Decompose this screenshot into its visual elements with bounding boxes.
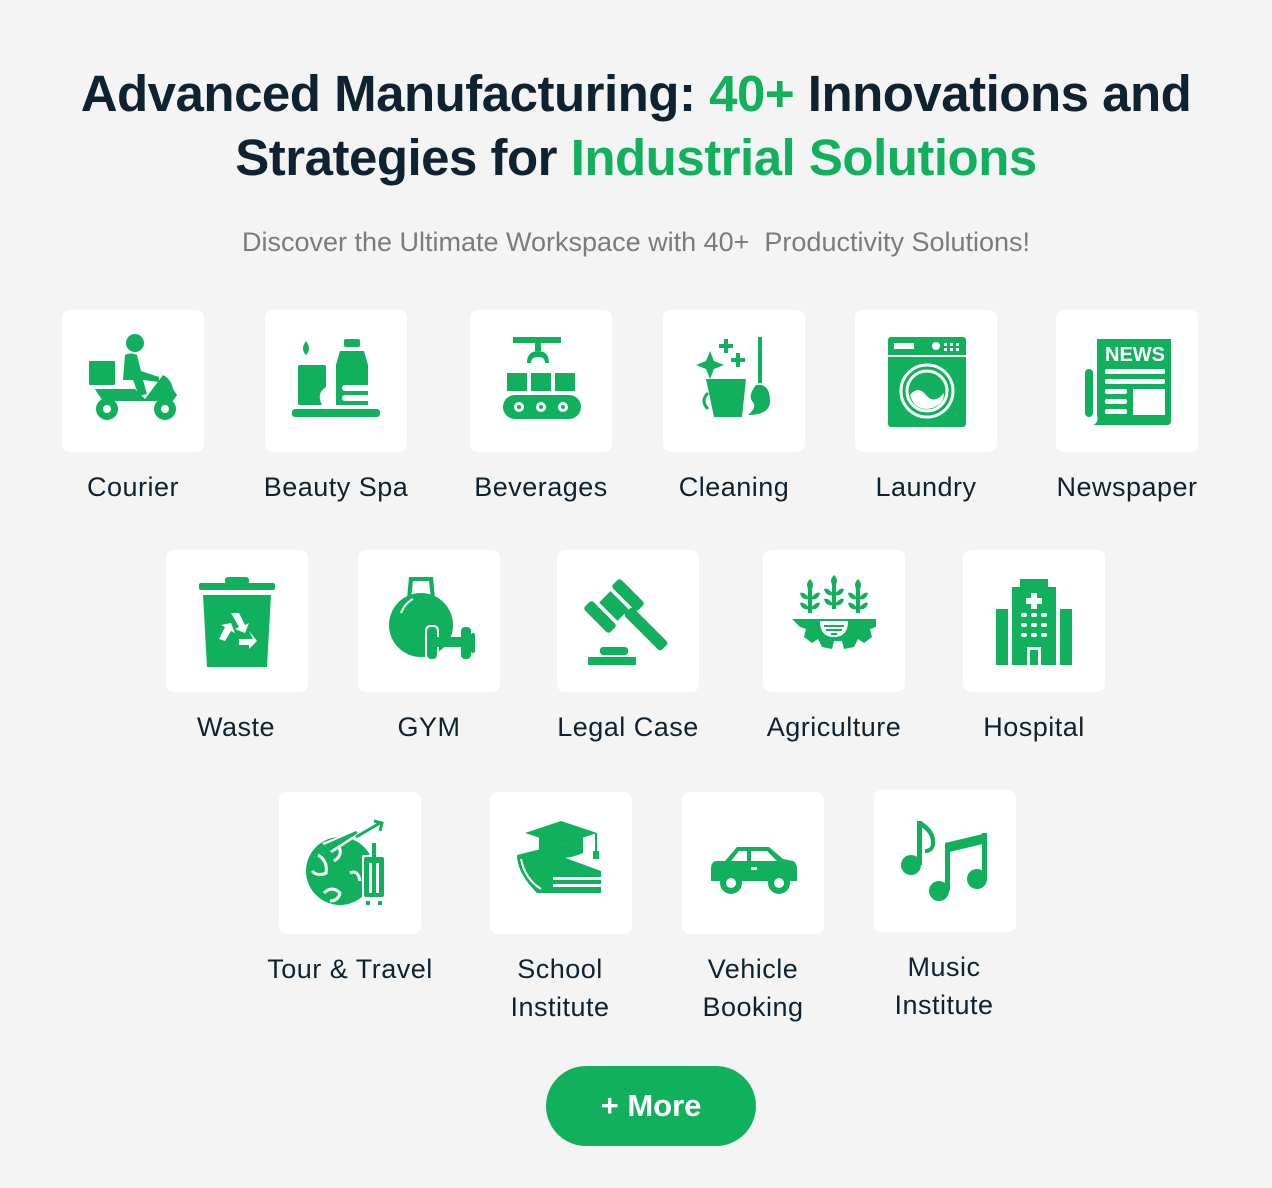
label-line: Institute [510, 992, 610, 1022]
solution-label: Tour & Travel [267, 954, 433, 984]
solution-card[interactable] [470, 310, 612, 452]
agriculture-gear-icon [792, 575, 876, 649]
solution-card[interactable] [663, 310, 805, 452]
page-title: Advanced Manufacturing: 40+ Innovations … [0, 62, 1272, 190]
solution-label: Vehicle Booking [643, 950, 863, 1026]
solution-label: Beauty Spa [263, 472, 409, 502]
solution-card[interactable] [963, 550, 1105, 692]
more-button[interactable]: + More [546, 1066, 756, 1146]
title-accent-solutions: Industrial Solutions [570, 129, 1038, 186]
solution-card[interactable] [763, 550, 905, 692]
solution-card[interactable] [279, 792, 421, 934]
car-icon [711, 847, 797, 894]
solution-card[interactable] [358, 550, 500, 692]
label-line: Institute [894, 990, 994, 1020]
scooter-delivery-icon [89, 334, 177, 420]
cleaning-bucket-icon [696, 337, 770, 417]
solution-label: Laundry [875, 472, 977, 502]
spa-icon [292, 339, 380, 417]
kettlebell-dumbbell-icon [389, 577, 475, 661]
solution-label: Beverages [474, 472, 608, 502]
solution-label: GYM [397, 712, 461, 742]
solution-label: Hospital [983, 712, 1085, 742]
washing-machine-icon [888, 337, 966, 427]
conveyor-belt-icon [503, 337, 581, 419]
solution-label: Legal Case [557, 712, 699, 742]
hospital-building-icon [996, 579, 1072, 665]
solution-card[interactable] [557, 550, 699, 692]
page-subtitle: Discover the Ultimate Workspace with 40+… [241, 227, 1031, 257]
solution-card[interactable] [855, 310, 997, 452]
title-part: Advanced Manufacturing: [80, 65, 710, 122]
solution-label: Waste [196, 712, 275, 742]
solution-card[interactable] [682, 792, 824, 934]
solution-label: Cleaning [678, 472, 790, 502]
globe-plane-luggage-icon [306, 819, 386, 905]
solution-label: Newspaper [1056, 472, 1198, 502]
solution-label: School Institute [450, 950, 670, 1026]
solution-label: Agriculture [766, 712, 902, 742]
gavel-icon [584, 579, 668, 665]
solution-card[interactable] [265, 310, 407, 452]
title-accent-count: 40+ [709, 65, 795, 122]
solution-card[interactable] [166, 550, 308, 692]
graduation-cap-book-icon [517, 821, 601, 893]
solution-card[interactable]: NEWS [1056, 310, 1198, 452]
title-part: Innovations and [794, 65, 1192, 122]
solution-card[interactable] [490, 792, 632, 934]
solution-card[interactable] [874, 790, 1016, 932]
solution-label: Courier [86, 472, 180, 502]
label-line: Vehicle [707, 954, 799, 984]
music-notes-icon [901, 821, 987, 901]
title-part: Strategies for [235, 129, 571, 186]
solution-card[interactable] [62, 310, 204, 452]
label-line: School [517, 954, 603, 984]
recycle-bin-icon [199, 577, 275, 667]
newspaper-icon: NEWS [1085, 339, 1171, 425]
label-line: Booking [702, 992, 804, 1022]
solution-label: Music Institute [834, 948, 1054, 1024]
svg-text:NEWS: NEWS [1105, 344, 1165, 366]
label-line: Music [907, 952, 981, 982]
